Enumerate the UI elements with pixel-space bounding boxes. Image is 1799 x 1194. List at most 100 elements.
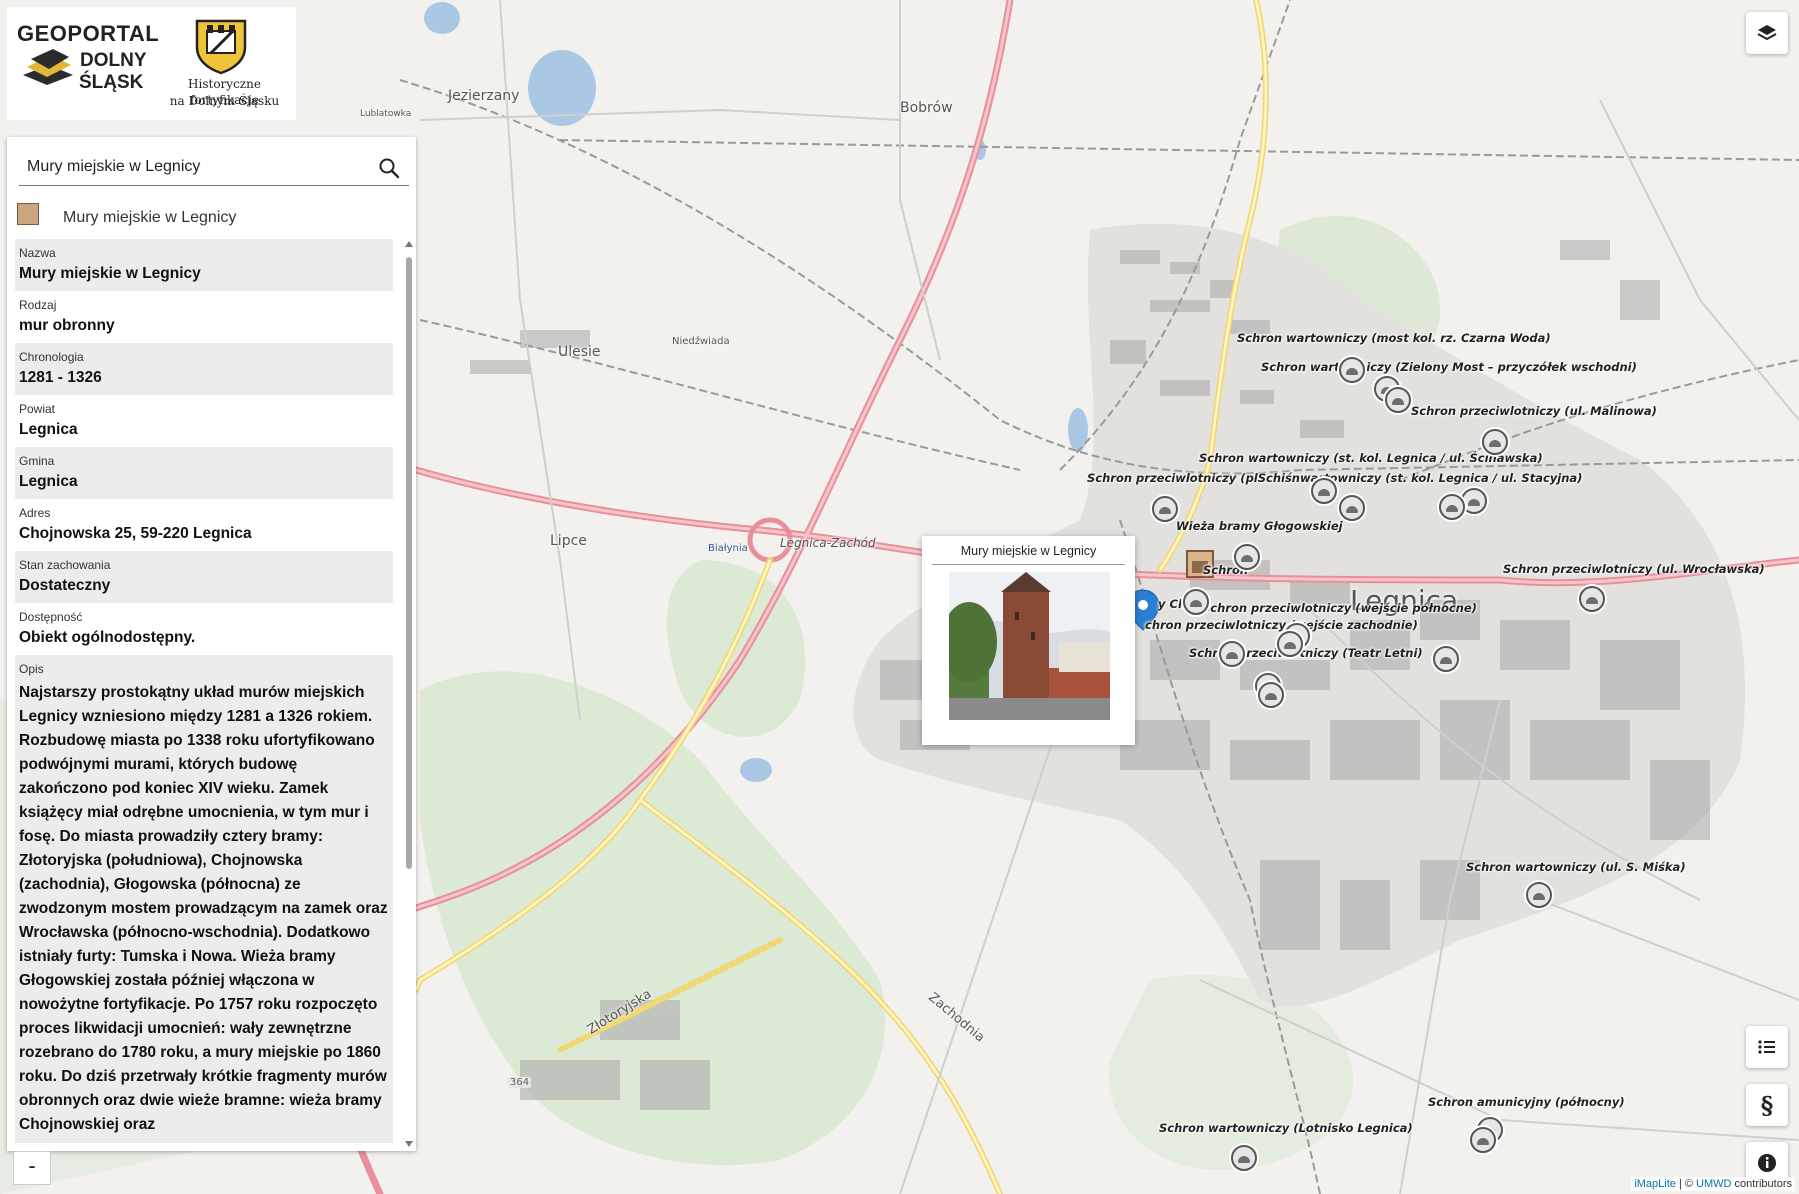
header-logo[interactable]: GEOPORTAL DOLNY ŚLĄSK Historyczne fortyf… xyxy=(7,7,296,120)
bunker-icon[interactable] xyxy=(1433,646,1459,672)
attribute-row-description: Opis Najstarszy prostokątny układ murów … xyxy=(15,655,393,1143)
logo-subtitle-2: na Dolnym Śląsku xyxy=(169,94,280,108)
umwd-link[interactable]: UMWD xyxy=(1696,1178,1731,1190)
search-result-label: Mury miejskie w Legnicy xyxy=(63,209,237,226)
attribute-row: Gmina Legnica xyxy=(15,447,393,499)
imaplite-link[interactable]: iMapLite xyxy=(1634,1178,1676,1190)
popup-photo[interactable] xyxy=(949,572,1110,720)
zoom-out-button[interactable]: - xyxy=(13,1151,51,1185)
panel-scrollbar[interactable] xyxy=(404,239,414,1147)
bunker-icon[interactable] xyxy=(1461,488,1487,514)
bunker-icon[interactable] xyxy=(1579,586,1605,612)
attribute-value: Legnica xyxy=(19,421,78,438)
attribute-key: Gmina xyxy=(19,454,55,468)
bunker-icon[interactable] xyxy=(1339,495,1365,521)
attribute-key: Powiat xyxy=(19,402,56,416)
poi-label[interactable]: Schron wartowniczy (ul. S. Miśka) xyxy=(1466,860,1686,874)
attribute-row: Rodzaj mur obronny xyxy=(15,291,393,343)
poi-label[interactable]: Schron wartowniczy (most kol. rz. Czarna… xyxy=(1237,331,1551,345)
bunker-icon[interactable] xyxy=(1311,478,1337,504)
attribute-value: Obiekt ogólnodostępny. xyxy=(19,629,196,646)
attribute-key: Chronologia xyxy=(19,350,84,364)
attribute-key: Adres xyxy=(19,506,51,520)
fortification-shield-icon xyxy=(195,19,247,75)
info-icon xyxy=(1758,1154,1776,1172)
attribute-value: mur obronny xyxy=(19,317,115,334)
section-icon: § xyxy=(1760,1090,1774,1120)
bunker-icon[interactable] xyxy=(1439,494,1465,520)
scroll-down-icon[interactable] xyxy=(404,1139,414,1149)
search-input[interactable] xyxy=(19,151,359,183)
poi-label[interactable]: Schron wartowniczy (Lotnisko Legnica) xyxy=(1159,1121,1413,1135)
bunker-icon[interactable] xyxy=(1152,496,1178,522)
poi-label[interactable]: chron przeciwlotniczy (wejście zachodnie… xyxy=(1145,618,1418,632)
search-box xyxy=(19,151,409,186)
castle-icon xyxy=(17,203,39,225)
bunker-icon[interactable] xyxy=(1482,429,1508,455)
attribute-row: Powiat Legnica xyxy=(15,395,393,447)
attribute-key: Rodzaj xyxy=(19,298,57,312)
attribute-key: Dostępność xyxy=(19,610,83,624)
map-attribution: iMapLite | © UMWD contributors xyxy=(1631,1177,1795,1191)
bunker-icon[interactable] xyxy=(1183,589,1209,615)
bunker-icon[interactable] xyxy=(1339,357,1365,383)
map-place-label: Ulesie xyxy=(558,344,601,360)
poi-label[interactable]: Schron przeciwlotniczy (ul. Wrocławska) xyxy=(1503,562,1765,576)
list-icon xyxy=(1758,1040,1775,1054)
popup-title: Mury miejskie w Legnicy xyxy=(932,544,1125,565)
logo-line2: DOLNY xyxy=(80,50,147,71)
map-place-label: Bobrów xyxy=(900,100,953,116)
bunker-icon[interactable] xyxy=(1219,641,1245,667)
poi-label[interactable]: Schron wartowniczy (Zielony Most – przyc… xyxy=(1261,360,1637,374)
poi-label[interactable]: Schron przeciwlotniczy (ul. Malinowa) xyxy=(1411,404,1657,418)
bunker-icon[interactable] xyxy=(1258,682,1284,708)
search-result-item[interactable]: Mury miejskie w Legnicy xyxy=(17,203,407,235)
bunker-icon[interactable] xyxy=(1385,387,1411,413)
layers-button[interactable] xyxy=(1746,12,1788,54)
map-place-label: Lipce xyxy=(550,533,587,549)
search-icon[interactable] xyxy=(377,156,401,180)
attribute-key: Stan zachowania xyxy=(19,558,111,572)
attribute-value: Mury miejskie w Legnicy xyxy=(19,265,201,282)
bunker-icon[interactable] xyxy=(1526,882,1552,908)
info-panel: Mury miejskie w Legnicy Nazwa Mury miejs… xyxy=(7,137,416,1151)
bunker-icon[interactable] xyxy=(1234,544,1260,570)
logo-line3: ŚLĄSK xyxy=(79,72,144,93)
scroll-up-icon[interactable] xyxy=(404,239,414,249)
map-place-label: Niedźwiada xyxy=(672,336,730,347)
map-place-label: Jezierzany xyxy=(448,88,520,104)
layers-icon xyxy=(1757,25,1777,41)
attribute-list[interactable]: Nazwa Mury miejskie w Legnicy Rodzaj mur… xyxy=(15,239,400,1151)
bunker-icon[interactable] xyxy=(1470,1127,1496,1153)
legend-button[interactable] xyxy=(1746,1026,1788,1068)
poi-label[interactable]: Wieża bramy Głogowskiej xyxy=(1176,519,1343,533)
attribute-key: Opis xyxy=(19,662,44,676)
map-road-shield: 364 xyxy=(508,1077,532,1088)
map-place-label: Białynia xyxy=(708,543,748,554)
description-text: Najstarszy prostokątny układ murów miejs… xyxy=(19,684,388,1133)
attribute-key: Nazwa xyxy=(19,246,56,260)
map-place-label: Legnica-Zachód xyxy=(780,536,876,550)
bunker-icon[interactable] xyxy=(1231,1145,1257,1171)
map-place-label: Lublatowka xyxy=(360,109,412,119)
attribute-row: Dostępność Obiekt ogólnodostępny. xyxy=(15,603,393,655)
attribute-value: Dostateczny xyxy=(19,577,111,594)
bunker-icon[interactable] xyxy=(1277,631,1303,657)
attribute-row: Nazwa Mury miejskie w Legnicy xyxy=(15,239,393,291)
legal-button[interactable]: § xyxy=(1746,1084,1788,1126)
attribution-sep: | © xyxy=(1675,1178,1697,1190)
attribute-value: 1281 - 1326 xyxy=(19,369,102,386)
logo-line1: GEOPORTAL xyxy=(17,21,160,46)
map-popup[interactable]: Mury miejskie w Legnicy xyxy=(922,536,1135,745)
scroll-thumb[interactable] xyxy=(406,257,412,869)
attribute-row: Stan zachowania Dostateczny xyxy=(15,551,393,603)
poi-label[interactable]: Schron przeciwlotniczy (wejście północne… xyxy=(1202,601,1477,615)
attribution-contributors: contributors xyxy=(1731,1178,1792,1190)
attribute-value: Legnica xyxy=(19,473,78,490)
attribute-row: Adres Chojnowska 25, 59-220 Legnica xyxy=(15,499,393,551)
logo-mark-icon xyxy=(23,49,73,85)
poi-label[interactable]: Schron amunicyjny (północny) xyxy=(1428,1095,1625,1109)
attribute-row: Chronologia 1281 - 1326 xyxy=(15,343,393,395)
attribute-value: Chojnowska 25, 59-220 Legnica xyxy=(19,525,252,542)
app-root: Jezierzany Bobrów Lublatowka Ulesie Nied… xyxy=(0,0,1799,1194)
